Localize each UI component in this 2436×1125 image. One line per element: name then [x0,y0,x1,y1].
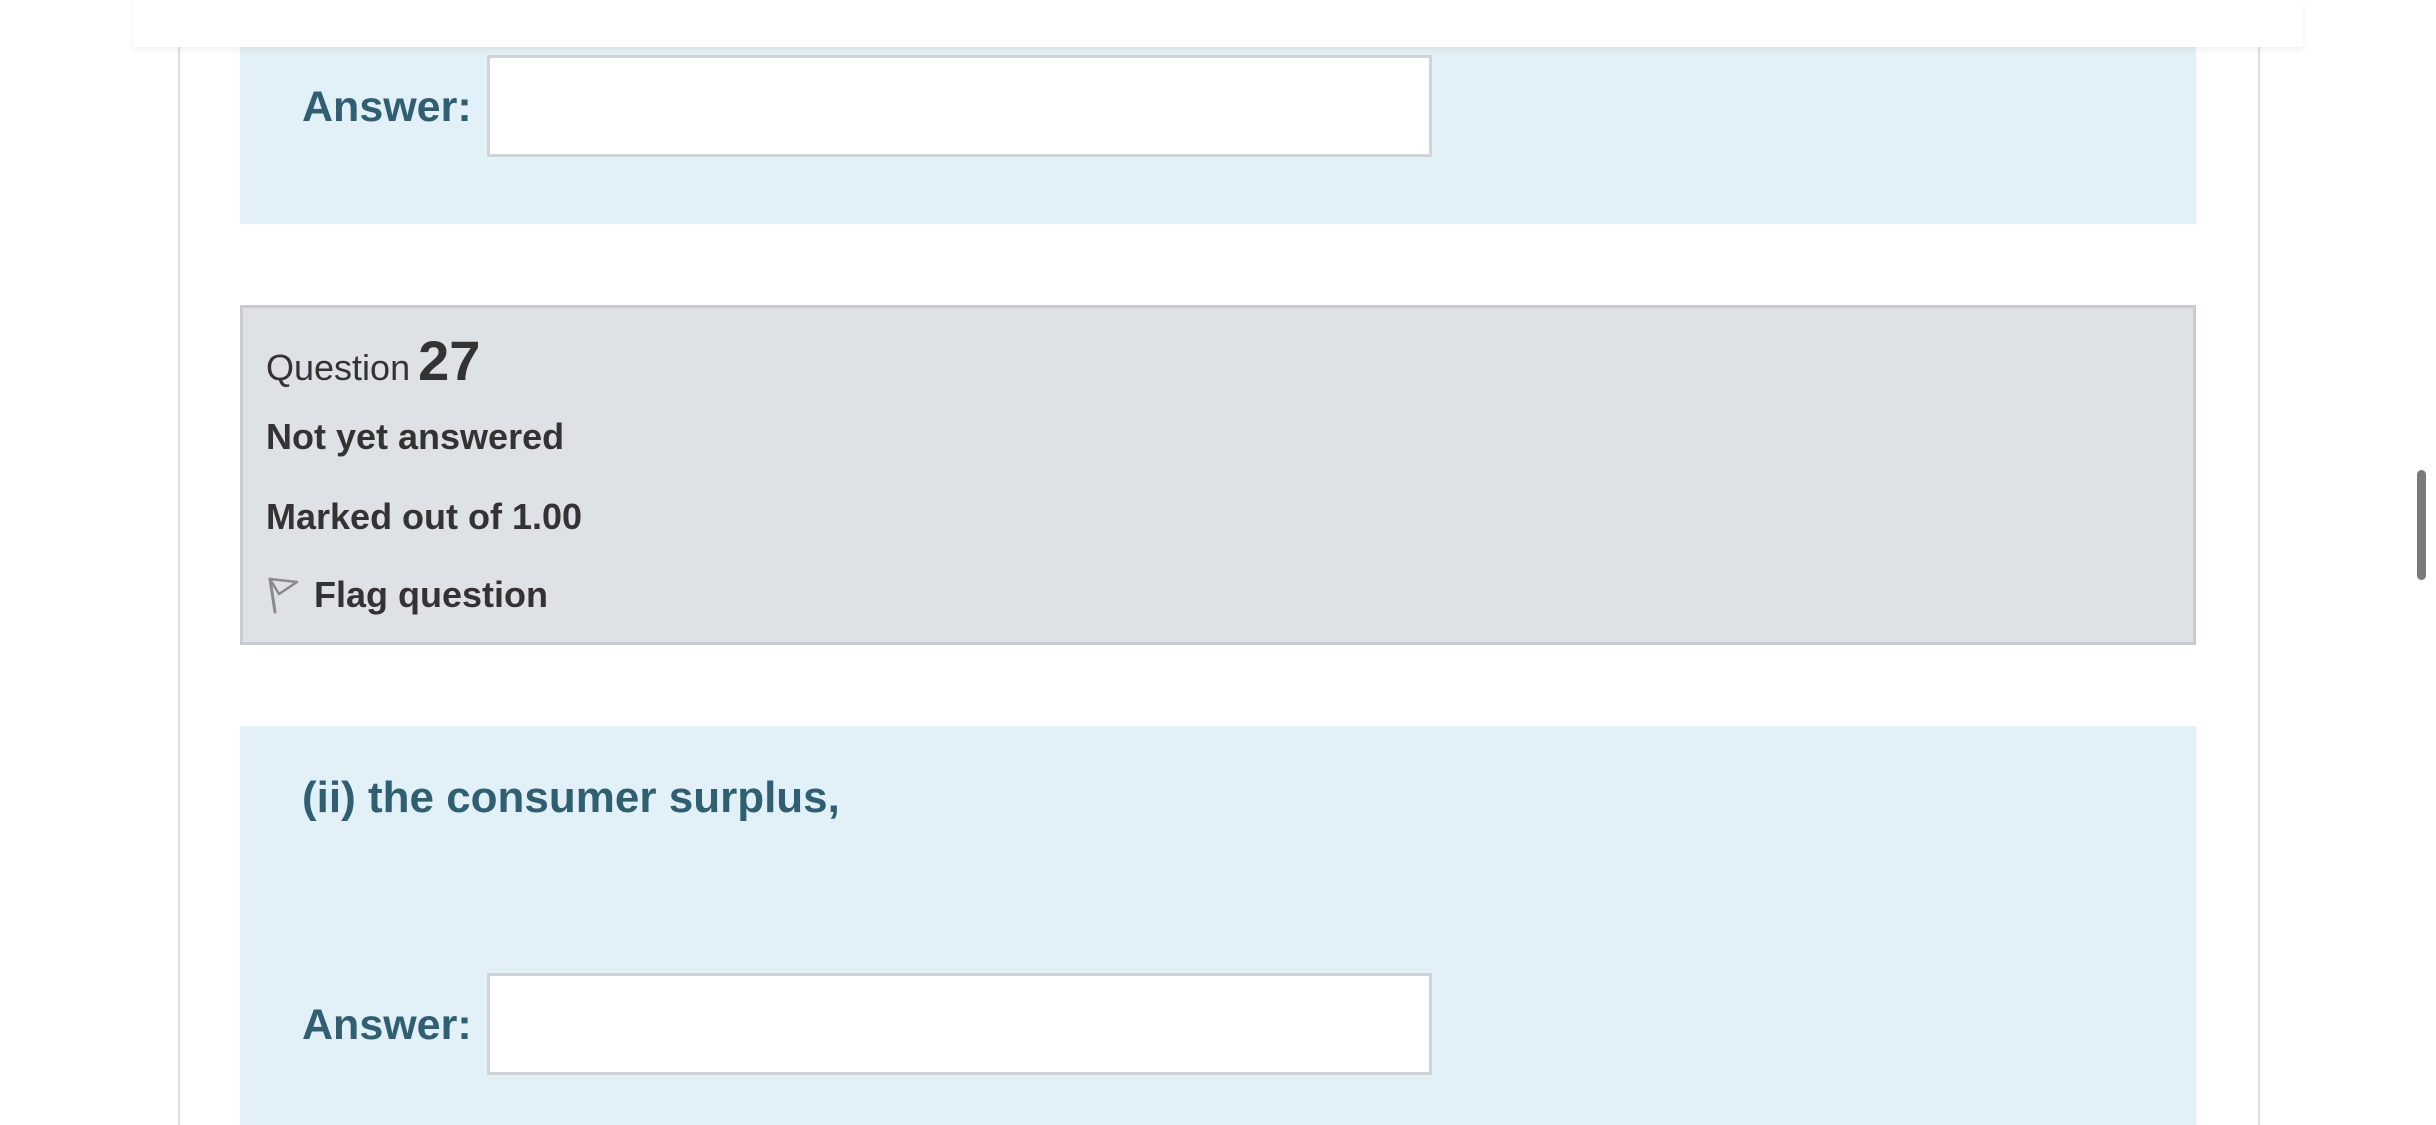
question-label: Question [266,347,411,388]
question-info-box: Question 27 Not yet answered Marked out o… [240,305,2196,645]
question-grade: Marked out of 1.00 [266,496,583,537]
answer-input[interactable] [487,973,1432,1075]
question-state: Not yet answered [266,416,565,457]
page: Answer: Question 27 Not yet answered Mark… [0,0,2436,1125]
question-formulation: (ii) the consumer surplus, Answer: [240,726,2196,1125]
question-text: (ii) the consumer surplus, [302,773,840,822]
previous-answer-label: Answer: [302,83,472,131]
question-number-row: Question 27 [266,328,480,393]
scrollbar-thumb[interactable] [2417,470,2426,580]
previous-answer-input[interactable] [487,55,1432,157]
flag-question-button[interactable]: Flag question [266,574,548,616]
question-number: 27 [418,329,481,392]
flag-question-label: Flag question [314,574,548,615]
flag-outline-icon [266,576,300,614]
answer-label: Answer: [302,1001,472,1049]
top-navbar [133,0,2303,47]
